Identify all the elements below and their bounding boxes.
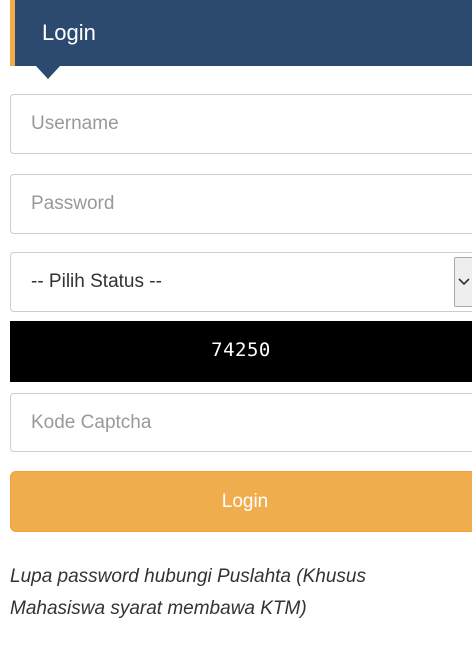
header-caret [36, 66, 60, 79]
login-button[interactable]: Login [10, 471, 472, 532]
captcha-input[interactable] [10, 393, 472, 452]
help-note: Lupa password hubungi Puslahta (Khusus M… [10, 566, 366, 619]
panel-title: Login [42, 20, 96, 45]
status-select-value: -- Pilih Status -- [31, 271, 162, 292]
captcha-image: 74250 [10, 321, 472, 382]
username-input[interactable] [10, 94, 472, 154]
status-select[interactable]: -- Pilih Status -- [10, 252, 472, 312]
login-panel: Login -- Pilih Status -- 74250 Login Lup… [0, 0, 472, 665]
chevron-down-icon[interactable] [454, 257, 472, 307]
panel-header: Login [10, 0, 472, 66]
captcha-code: 74250 [211, 339, 271, 361]
password-input[interactable] [10, 174, 472, 234]
